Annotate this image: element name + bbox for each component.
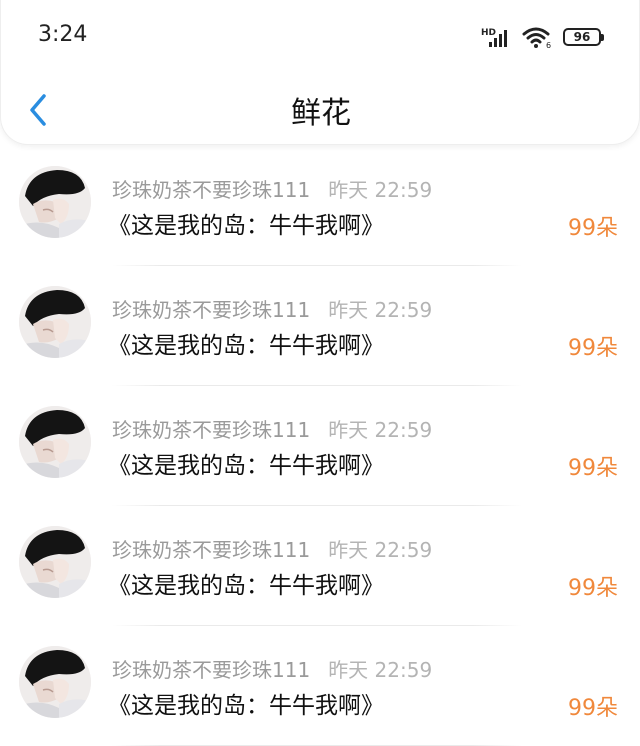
avatar[interactable] — [19, 646, 91, 718]
battery-level: 96 — [573, 30, 591, 44]
avatar-image — [19, 526, 91, 598]
top-bar: 3:24 HD 6 96 鲜花 — [0, 0, 640, 145]
username[interactable]: 珍珠奶茶不要珍珠111 — [112, 418, 310, 442]
timestamp: 昨天 22:59 — [328, 178, 433, 202]
list-item[interactable]: 珍珠奶茶不要珍珠111 昨天 22:59 《这是我的岛：牛牛我啊》 99朵 — [0, 386, 640, 506]
item-meta: 珍珠奶茶不要珍珠111 昨天 22:59 — [112, 534, 432, 563]
page-title: 鲜花 — [291, 96, 351, 131]
item-message: 《这是我的岛：牛牛我啊》 — [108, 573, 384, 599]
item-message: 《这是我的岛：牛牛我啊》 — [108, 333, 384, 359]
username[interactable]: 珍珠奶茶不要珍珠111 — [112, 178, 310, 202]
flower-list: 珍珠奶茶不要珍珠111 昨天 22:59 《这是我的岛：牛牛我啊》 99朵 珍珠奶… — [0, 146, 640, 746]
network-label: HD — [481, 28, 496, 38]
status-time: 3:24 — [38, 22, 88, 47]
item-meta: 珍珠奶茶不要珍珠111 昨天 22:59 — [112, 294, 432, 323]
list-item[interactable]: 珍珠奶茶不要珍珠111 昨天 22:59 《这是我的岛：牛牛我啊》 99朵 — [0, 266, 640, 386]
flower-count: 99朵 — [568, 336, 618, 361]
avatar[interactable] — [19, 286, 91, 358]
avatar-image — [19, 646, 91, 718]
item-message: 《这是我的岛：牛牛我啊》 — [108, 693, 384, 719]
flower-count: 99朵 — [568, 576, 618, 601]
timestamp: 昨天 22:59 — [328, 418, 433, 442]
username[interactable]: 珍珠奶茶不要珍珠111 — [112, 298, 310, 322]
svg-text:6: 6 — [546, 41, 551, 49]
avatar[interactable] — [19, 526, 91, 598]
avatar-image — [19, 406, 91, 478]
wifi-icon: 6 — [522, 27, 551, 49]
timestamp: 昨天 22:59 — [328, 658, 433, 682]
username[interactable]: 珍珠奶茶不要珍珠111 — [112, 538, 310, 562]
username[interactable]: 珍珠奶茶不要珍珠111 — [112, 658, 310, 682]
timestamp: 昨天 22:59 — [328, 538, 433, 562]
list-item[interactable]: 珍珠奶茶不要珍珠111 昨天 22:59 《这是我的岛：牛牛我啊》 99朵 — [0, 146, 640, 266]
list-item[interactable]: 珍珠奶茶不要珍珠111 昨天 22:59 《这是我的岛：牛牛我啊》 99朵 — [0, 626, 640, 746]
item-message: 《这是我的岛：牛牛我啊》 — [108, 453, 384, 479]
flower-count: 99朵 — [568, 456, 618, 481]
avatar-image — [19, 166, 91, 238]
battery-icon: 96 — [563, 28, 604, 46]
timestamp: 昨天 22:59 — [328, 298, 433, 322]
item-meta: 珍珠奶茶不要珍珠111 昨天 22:59 — [112, 174, 432, 203]
avatar[interactable] — [19, 166, 91, 238]
avatar[interactable] — [19, 406, 91, 478]
item-meta: 珍珠奶茶不要珍珠111 昨天 22:59 — [112, 414, 432, 443]
avatar-image — [19, 286, 91, 358]
status-icons: HD 6 96 — [481, 24, 604, 50]
item-message: 《这是我的岛：牛牛我啊》 — [108, 213, 384, 239]
flower-count: 99朵 — [568, 696, 618, 721]
list-item[interactable]: 珍珠奶茶不要珍珠111 昨天 22:59 《这是我的岛：牛牛我啊》 99朵 — [0, 506, 640, 626]
signal-icon: HD — [481, 28, 507, 47]
flower-count: 99朵 — [568, 216, 618, 241]
item-meta: 珍珠奶茶不要珍珠111 昨天 22:59 — [112, 654, 432, 683]
